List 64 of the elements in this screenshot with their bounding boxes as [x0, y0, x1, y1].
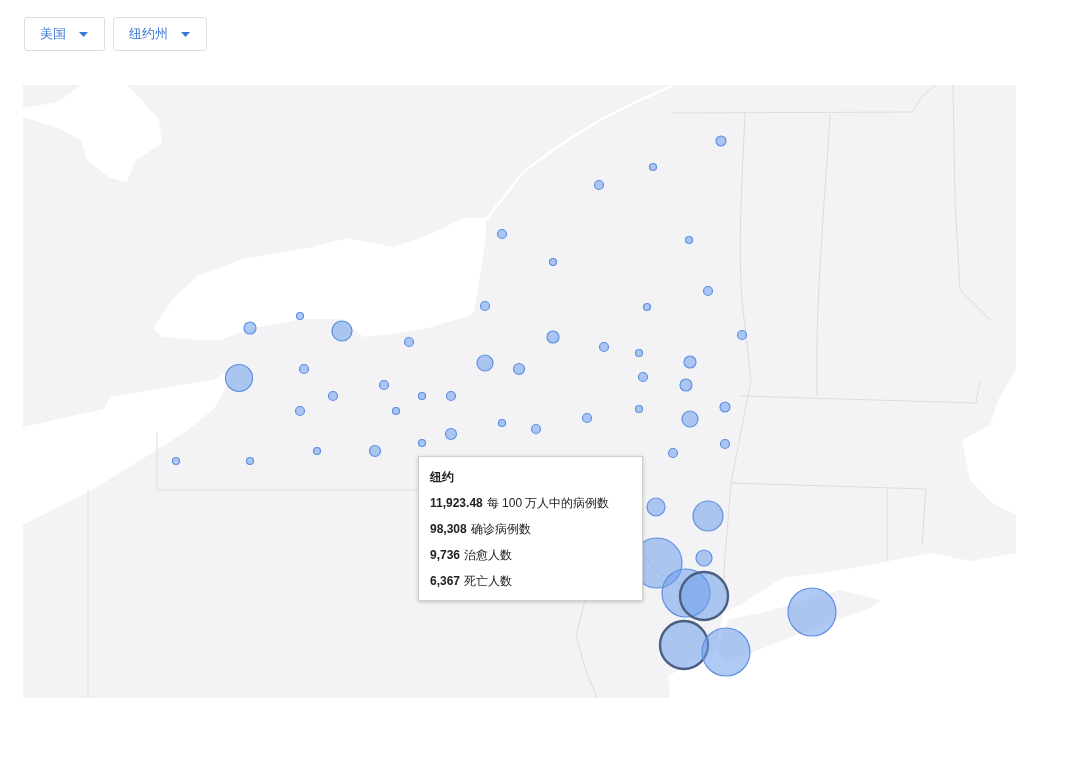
bubble-marker[interactable]	[593, 179, 605, 191]
bubble-marker[interactable]	[581, 412, 593, 424]
tooltip-title: 纽约	[430, 469, 454, 485]
bubble-marker[interactable]	[243, 321, 257, 335]
bubble-marker[interactable]	[683, 355, 697, 369]
bubble-marker[interactable]	[245, 456, 255, 466]
bubble-marker[interactable]	[444, 427, 458, 441]
bubble-marker[interactable]	[634, 404, 644, 414]
bubble-marker[interactable]	[479, 300, 491, 312]
bubble-marker[interactable]	[548, 257, 558, 267]
bubble-marker[interactable]	[368, 444, 382, 458]
bubble-marker[interactable]	[298, 363, 310, 375]
dropdown-button[interactable]: 纽约州	[113, 17, 207, 51]
bubble-marker[interactable]	[391, 406, 401, 416]
bubble-marker[interactable]	[417, 391, 427, 401]
bubble-marker[interactable]	[417, 438, 427, 448]
bubble-marker[interactable]	[378, 379, 390, 391]
bubble-marker[interactable]	[224, 363, 254, 393]
bubble-marker[interactable]	[667, 447, 679, 459]
bubble-marker[interactable]	[787, 587, 837, 637]
stat-label: 每 100 万人中的病例数	[486, 495, 610, 511]
bubble-marker[interactable]	[736, 329, 748, 341]
bubble-marker[interactable]	[681, 410, 699, 428]
stat-label: 治愈人数	[464, 547, 513, 563]
bubble-marker[interactable]	[530, 423, 542, 435]
bubble-marker[interactable]	[512, 362, 526, 376]
dropdown-button[interactable]: 美国	[24, 17, 105, 51]
bubble-marker[interactable]	[546, 330, 560, 344]
bubble-marker[interactable]	[658, 619, 710, 671]
bubble-marker[interactable]	[171, 456, 181, 466]
bubble-marker[interactable]	[497, 418, 507, 428]
bubble-marker[interactable]	[331, 320, 353, 342]
bubble-marker[interactable]	[648, 162, 658, 172]
bubble-marker[interactable]	[445, 390, 457, 402]
bubble-marker[interactable]	[496, 228, 508, 240]
bubble-marker[interactable]	[295, 311, 305, 321]
caret-icon	[181, 31, 190, 37]
stat-label: 确诊病例数	[470, 521, 531, 537]
bubble-marker[interactable]	[695, 549, 713, 567]
stat-value: 9,736	[430, 547, 461, 563]
bubble-marker[interactable]	[692, 500, 724, 532]
bubble-marker[interactable]	[719, 401, 731, 413]
stat-value: 11,923.48	[430, 495, 483, 511]
stat-label: 死亡人数	[464, 573, 513, 589]
bubble-marker[interactable]	[642, 302, 652, 312]
bubble-marker[interactable]	[678, 570, 730, 622]
bubble-marker[interactable]	[637, 371, 649, 383]
bubble-marker[interactable]	[701, 627, 751, 677]
stat-value: 98,308	[430, 521, 467, 537]
bubble-marker[interactable]	[312, 446, 322, 456]
bubble-marker[interactable]	[403, 336, 415, 348]
bubble-marker[interactable]	[598, 341, 610, 353]
bubble-marker[interactable]	[684, 235, 694, 245]
stat-value: 6,367	[430, 573, 461, 589]
bubble-marker[interactable]	[679, 378, 693, 392]
caret-icon	[79, 31, 88, 37]
bubble-marker[interactable]	[719, 438, 731, 450]
bubble-marker[interactable]	[715, 135, 727, 147]
bubble-marker[interactable]	[327, 390, 339, 402]
bubble-marker[interactable]	[294, 405, 306, 417]
bubble-marker[interactable]	[476, 354, 494, 372]
bubble-marker[interactable]	[634, 348, 644, 358]
bubble-marker[interactable]	[702, 285, 714, 297]
bubble-marker[interactable]	[646, 497, 666, 517]
